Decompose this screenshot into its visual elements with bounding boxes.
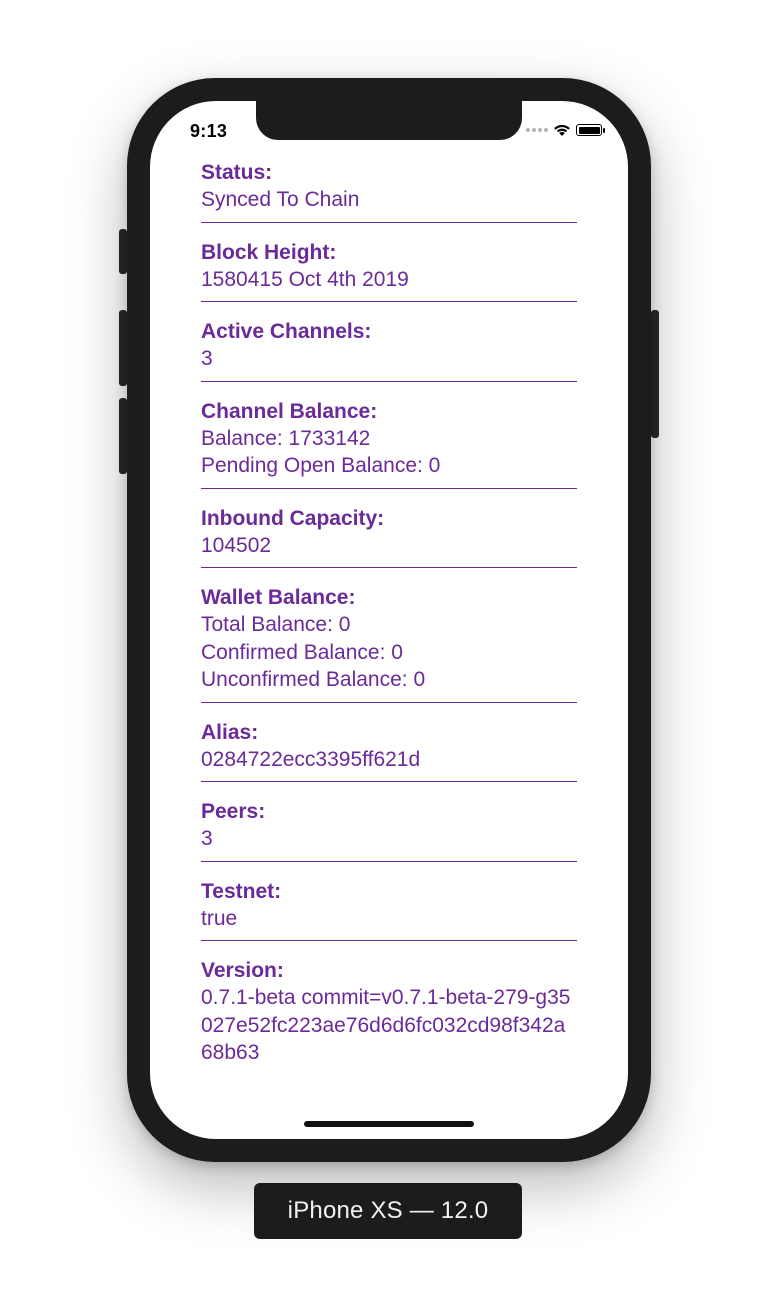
section-title: Testnet: (201, 879, 282, 903)
node-info-list[interactable]: Status: Synced To Chain Block Height: 15804… (201, 159, 577, 1091)
section-title: Version: (201, 959, 284, 982)
device-label: iPhone XS — 12.0 (254, 1183, 522, 1239)
section-title: Alias: (201, 720, 259, 744)
section-value: 0.7.1-beta commit=v0.7.1-beta-279-g35027… (201, 986, 571, 1064)
section-value: 3 (201, 827, 213, 850)
section-title: Channel Balance: (201, 399, 378, 423)
info-section: Status: Synced To Chain (201, 159, 577, 223)
info-section: Channel Balance: Balance: 1733142 Pending … (201, 398, 577, 489)
volume-down-button (119, 398, 127, 474)
wifi-icon (554, 124, 570, 136)
info-section: Alias: 0284722ecc3395ff621d (201, 719, 577, 782)
info-section: Version: 0.7.1-beta commit=v0.7.1-beta-27… (201, 957, 577, 1075)
section-value: 0284722ecc3395ff621d (201, 747, 421, 771)
notch (256, 101, 522, 140)
home-indicator[interactable] (304, 1121, 474, 1127)
section-value: 3 (201, 347, 213, 370)
battery-icon (576, 124, 605, 136)
section-value: true (201, 906, 238, 930)
info-section: Inbound Capacity: 104502 (201, 505, 577, 568)
info-section: Active Channels: 3 (201, 318, 577, 382)
silent-switch (119, 229, 127, 274)
section-value: Confirmed Balance: 0 (201, 640, 403, 664)
power-button (651, 310, 659, 438)
section-title: Block Height: (201, 240, 337, 264)
cellular-signal-icon (526, 128, 548, 132)
section-value: Unconfirmed Balance: 0 (201, 668, 426, 691)
status-bar-icons (526, 123, 605, 137)
volume-up-button (119, 310, 127, 386)
section-title: Peers: (201, 800, 266, 823)
status-bar-time: 9:13 (190, 121, 228, 141)
section-value: Synced To Chain (201, 188, 360, 211)
section-value: 104502 (201, 533, 272, 557)
section-value: 1580415 Oct 4th 2019 (201, 267, 409, 291)
section-title: Status: (201, 161, 273, 184)
device-screen: 9:13 Status: Synced To Chain Block Height:… (150, 101, 628, 1139)
info-section: Block Height: 1580415 Oct 4th 2019 (201, 239, 577, 302)
section-title: Active Channels: (201, 320, 372, 343)
info-section: Testnet: true (201, 878, 577, 941)
section-title: Inbound Capacity: (201, 506, 385, 530)
section-value: Balance: 1733142 (201, 426, 371, 450)
section-value: Total Balance: 0 (201, 613, 351, 636)
section-value: Pending Open Balance: 0 (201, 454, 441, 477)
info-section: Wallet Balance: Total Balance: 0 Confirmed… (201, 584, 577, 703)
info-section: Peers: 3 (201, 798, 577, 862)
section-title: Wallet Balance: (201, 586, 356, 609)
